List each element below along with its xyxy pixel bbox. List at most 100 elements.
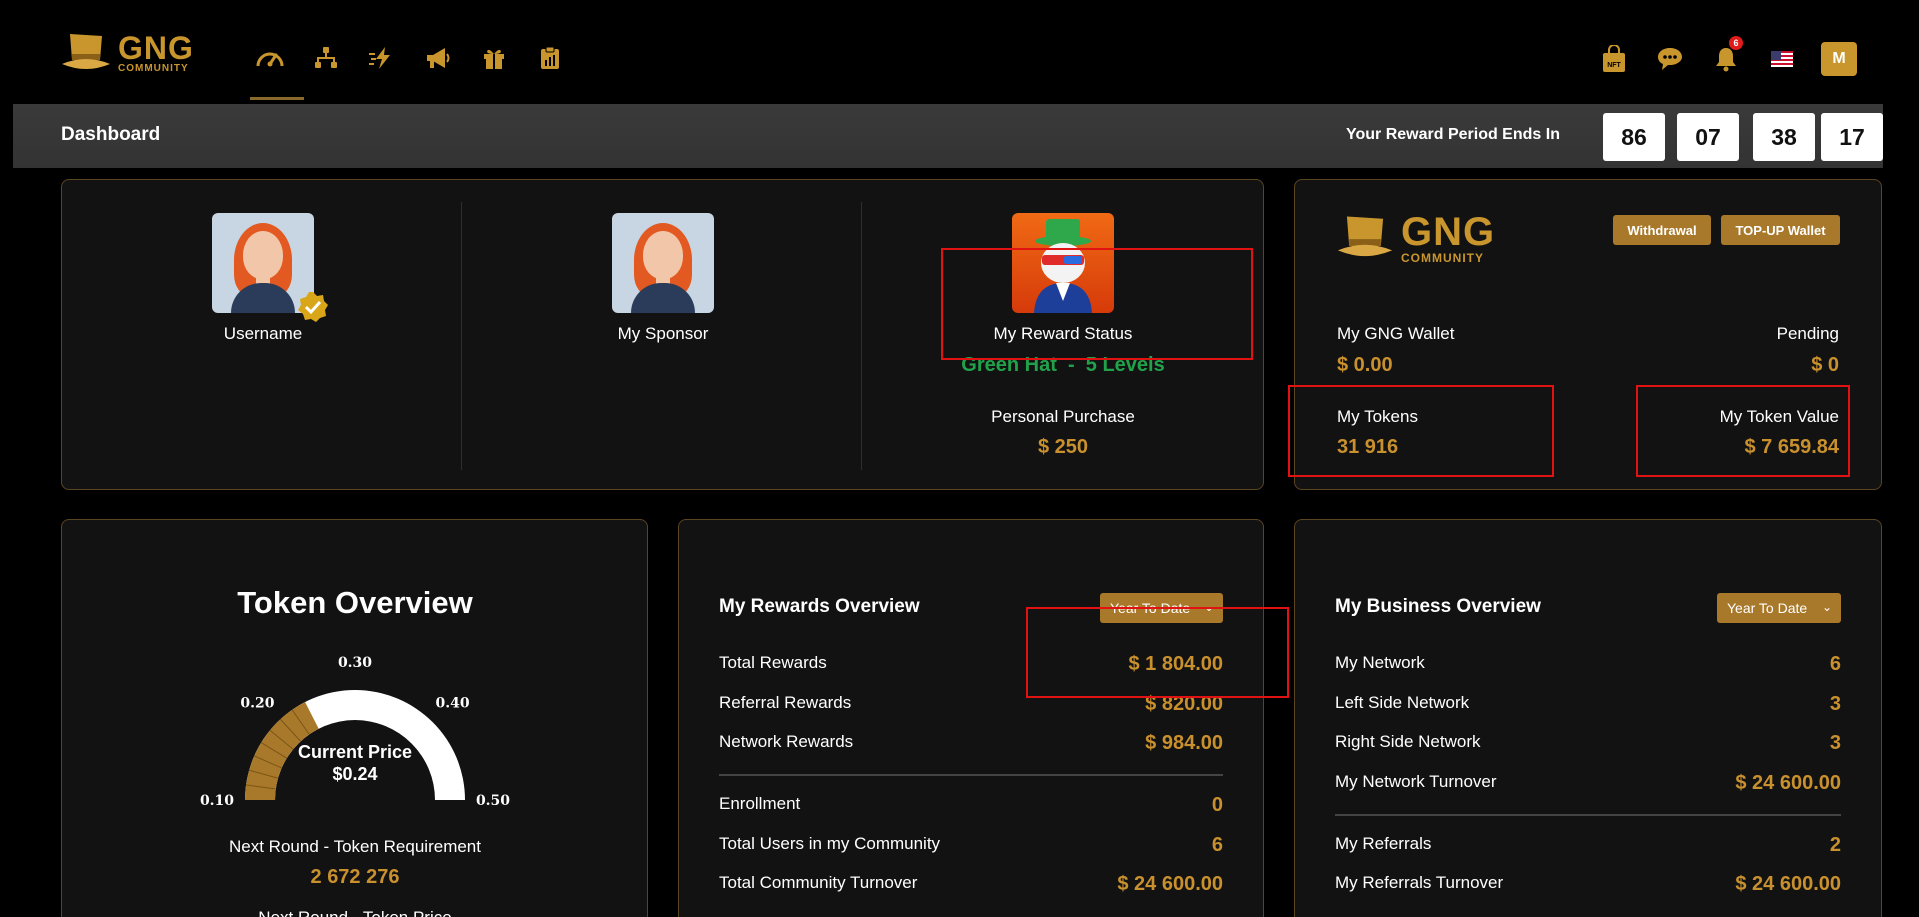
business-period-select[interactable]: Year To Date ⌄	[1717, 593, 1841, 623]
total-users-label: Total Users in my Community	[719, 834, 941, 853]
nav-reports[interactable]	[522, 42, 578, 74]
token-price-gauge: 0.10 0.20 0.30 0.40 0.50	[200, 655, 510, 809]
my-network-value: 6	[1829, 653, 1841, 675]
wallet-brand-name: GNG	[1401, 210, 1496, 254]
top-navbar: GNG COMMUNITY NFT 6 M	[0, 0, 1919, 102]
network-tree-icon	[315, 47, 337, 68]
sponsor-label: My Sponsor	[617, 324, 709, 343]
highlight-my-tokens	[1288, 385, 1554, 477]
enrollment-label: Enrollment	[719, 794, 801, 813]
page-title: Dashboard	[61, 124, 161, 145]
gauge-tick-label: 0.50	[476, 793, 510, 809]
brand-sub: COMMUNITY	[118, 63, 189, 74]
community-turnover-value: $ 24 600.00	[1117, 873, 1223, 895]
my-referrals-value: 2	[1829, 834, 1841, 856]
network-rewards-label: Network Rewards	[719, 732, 854, 751]
nav-dashboard[interactable]	[242, 42, 304, 100]
personal-purchase-label: Personal Purchase	[991, 407, 1135, 426]
us-flag-icon	[1771, 51, 1793, 67]
profile-panel: Username My Sponsor My Reward Status Gre…	[61, 179, 1264, 490]
personal-purchase-value: $ 250	[1037, 436, 1089, 458]
nav-network[interactable]	[298, 42, 354, 74]
countdown-minutes: 38	[1753, 113, 1815, 161]
network-rewards-value: $ 984.00	[1145, 732, 1223, 754]
next-round-requirement-label: Next Round - Token Requirement	[229, 837, 481, 856]
business-overview-title: My Business Overview	[1335, 596, 1541, 617]
chat-button[interactable]	[1653, 42, 1687, 76]
community-turnover-label: Total Community Turnover	[719, 873, 918, 892]
gauge-tick-label: 0.30	[338, 655, 372, 671]
countdown-seconds: 17	[1821, 113, 1883, 161]
dashboard-header: Dashboard Your Reward Period Ends In 86 …	[13, 104, 1883, 168]
notification-count-badge: 6	[1729, 36, 1743, 50]
pending-value: $ 0	[1811, 354, 1839, 376]
gng-wallet-value: $ 0.00	[1337, 354, 1393, 376]
wallet-brand-sub: COMMUNITY	[1401, 251, 1484, 265]
chat-bubble-icon	[1658, 48, 1682, 70]
network-turnover-value: $ 24 600.00	[1735, 772, 1841, 794]
withdrawal-button[interactable]: Withdrawal	[1613, 215, 1711, 245]
highlight-total-rewards	[1026, 607, 1289, 698]
next-round-price-label: Next Round - Token Price	[258, 908, 451, 917]
current-price-value: $0.24	[332, 764, 378, 784]
lightning-icon	[369, 47, 390, 69]
gift-icon	[484, 49, 504, 69]
referral-rewards-label: Referral Rewards	[719, 693, 852, 712]
top-hat-logo-icon	[1337, 216, 1393, 257]
current-price-label: Current Price	[297, 742, 413, 762]
divider	[719, 774, 1223, 776]
nft-bag-icon: NFT	[1603, 45, 1625, 72]
user-avatar-button[interactable]: M	[1821, 42, 1857, 76]
total-users-value: 6	[1211, 834, 1223, 856]
divider	[1335, 814, 1841, 816]
megaphone-icon	[427, 48, 450, 68]
business-period-value: Year To Date	[1727, 600, 1808, 616]
next-round-requirement-value: 2 672 276	[310, 866, 400, 888]
my-network-label: My Network	[1335, 653, 1425, 672]
right-network-label: Right Side Network	[1335, 732, 1481, 751]
dashboard-gauge-icon	[256, 52, 284, 67]
right-network-value: 3	[1829, 732, 1841, 754]
rewards-overview-panel: My Rewards Overview Year To Date ⌄ Total…	[678, 519, 1289, 917]
gng-wallet-label: My GNG Wallet	[1337, 324, 1455, 343]
header-actions: NFT 6 M	[1597, 36, 1857, 76]
nft-button[interactable]: NFT	[1597, 42, 1631, 76]
reward-period-label: Your Reward Period Ends In	[1346, 126, 1560, 143]
pending-label: Pending	[1776, 324, 1839, 343]
highlight-reward-status	[941, 248, 1253, 360]
chevron-down-icon: ⌄	[1821, 600, 1832, 614]
wallet-panel: GNG COMMUNITY Withdrawal TOP-UP Wallet M…	[1288, 179, 1882, 490]
nav-gifts[interactable]	[466, 42, 522, 74]
nft-label: NFT	[1607, 62, 1621, 69]
language-button[interactable]	[1765, 42, 1799, 76]
enrollment-value: 0	[1211, 794, 1223, 816]
topup-wallet-button[interactable]: TOP-UP Wallet	[1721, 215, 1840, 245]
verified-badge-icon	[298, 292, 328, 322]
notifications-button[interactable]: 6	[1709, 36, 1743, 76]
brand-name: GNG	[118, 30, 194, 66]
top-hat-logo-icon	[62, 34, 110, 69]
token-overview-panel: Token Overview 0.10 0.20 0.30 0.40 0.50 Curr…	[61, 519, 648, 917]
nav-activity[interactable]	[354, 42, 410, 74]
network-turnover-label: My Network Turnover	[1335, 772, 1497, 791]
highlight-token-value	[1636, 385, 1850, 477]
username-label: Username	[223, 324, 303, 343]
left-network-label: Left Side Network	[1335, 693, 1470, 712]
countdown-hours: 07	[1677, 113, 1739, 161]
left-network-value: 3	[1829, 693, 1841, 715]
rewards-overview-title: My Rewards Overview	[719, 596, 920, 617]
referrals-turnover-label: My Referrals Turnover	[1335, 873, 1504, 892]
gauge-tick-label: 0.10	[200, 793, 234, 809]
gng-logo[interactable]: GNG COMMUNITY	[60, 30, 194, 76]
nav-marketing[interactable]	[410, 42, 466, 74]
business-overview-panel: My Business Overview Year To Date ⌄ My N…	[1294, 519, 1882, 917]
main-nav	[242, 42, 578, 100]
my-referrals-label: My Referrals	[1335, 834, 1432, 853]
sponsor-avatar[interactable]	[612, 213, 714, 313]
gauge-tick-label: 0.40	[436, 695, 470, 711]
wallet-gng-logo: GNG COMMUNITY	[1335, 212, 1495, 264]
total-rewards-label: Total Rewards	[719, 653, 827, 672]
countdown-days: 86	[1603, 113, 1665, 161]
gauge-tick-label: 0.20	[240, 695, 274, 711]
token-overview-title: Token Overview	[237, 585, 473, 620]
